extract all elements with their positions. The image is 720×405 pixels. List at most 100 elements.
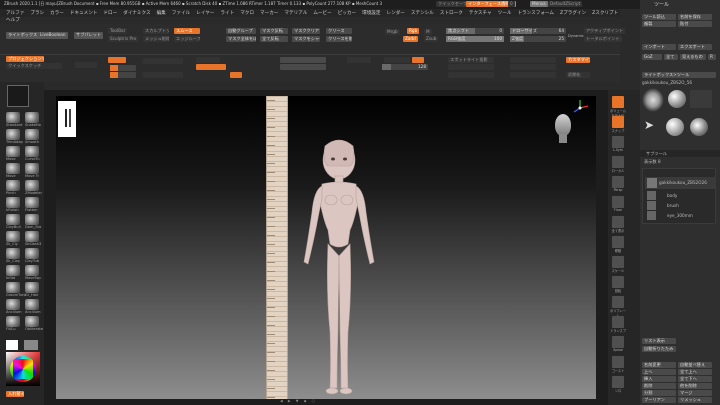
menu-item[interactable]: Zプラグイン — [560, 10, 586, 16]
crease-button[interactable]: クリース — [326, 28, 352, 34]
mask-blur-button[interactable]: マスク全体をぼかし — [226, 36, 256, 42]
shelf-icon[interactable] — [612, 356, 624, 368]
menu-item[interactable]: カラー — [50, 10, 64, 16]
shelf-icon[interactable] — [612, 176, 624, 188]
invert-all-button[interactable]: 全て反転 — [260, 36, 288, 42]
all-button[interactable]: 全て — [664, 54, 678, 60]
spotlight-button[interactable]: スポットライト投影 — [448, 57, 494, 63]
brush-tile[interactable] — [25, 180, 39, 191]
group-visible-button[interactable] — [196, 64, 226, 70]
split-button[interactable]: 分割 — [642, 390, 676, 396]
shelf-icon[interactable] — [612, 296, 624, 308]
brush-tile[interactable] — [6, 214, 20, 225]
menu-item[interactable]: ピッカー — [338, 10, 356, 16]
brush-tile[interactable] — [25, 146, 39, 157]
group-polish-button[interactable] — [384, 57, 410, 63]
menu-item[interactable]: マクロ — [240, 10, 254, 16]
brush-tile[interactable] — [25, 129, 39, 140]
load-tool-button[interactable]: ツール読込 — [642, 14, 676, 20]
help-menu[interactable]: ヘルプ — [6, 17, 20, 23]
import-button[interactable]: インポート — [642, 44, 676, 50]
hue-ring-icon[interactable] — [10, 356, 36, 382]
brush-tile[interactable] — [25, 163, 39, 174]
shelf-icon[interactable] — [612, 236, 624, 248]
shelf-row2-btn-a[interactable] — [280, 57, 326, 63]
menu-item[interactable]: マテリアル — [284, 10, 307, 16]
mask-invert-button[interactable]: マスク反転 — [260, 28, 288, 34]
list-all-button[interactable]: リスト表示 — [642, 338, 676, 344]
quick-sketch-button[interactable]: クイックスケッチ — [6, 63, 62, 69]
shelf-row2-btn-e[interactable] — [510, 57, 556, 63]
shelf-icon[interactable] — [612, 136, 624, 148]
focal-shift-slider[interactable]: 焦点シフト 0 — [446, 28, 504, 34]
dynamic-label[interactable]: Dynamic — [568, 34, 584, 38]
brush-tile[interactable] — [25, 316, 39, 327]
shelf-row2-btn-b[interactable] — [280, 64, 326, 70]
shelf-icon[interactable] — [612, 336, 624, 348]
brush-tile[interactable] — [6, 180, 20, 191]
zadd-button[interactable]: Zadd — [403, 36, 418, 42]
subtool-item[interactable]: body — [645, 191, 715, 201]
menu-item[interactable]: ドキュメント — [70, 10, 98, 16]
reference-image[interactable] — [58, 101, 76, 137]
tool-thumb-body[interactable] — [642, 88, 664, 112]
subtool-item[interactable]: brush — [645, 201, 715, 211]
brush-slider[interactable] — [110, 72, 136, 78]
shelf-icon[interactable] — [612, 216, 624, 228]
lightbox-tools-button[interactable]: ライトボックス>ツール — [642, 72, 716, 78]
delete-button[interactable]: 削除 — [642, 383, 676, 389]
shelf-row2-btn-c[interactable] — [448, 64, 494, 70]
brush-tile[interactable] — [6, 112, 20, 123]
navigation-head-thumbnail[interactable] — [552, 112, 574, 144]
all-up-button[interactable]: 全て上へ — [678, 369, 712, 375]
reset-button[interactable] — [230, 72, 242, 78]
brush-tile[interactable] — [6, 316, 20, 327]
shelf-icon[interactable] — [612, 196, 624, 208]
toolbar-button[interactable]: ToolBar — [108, 28, 128, 34]
rgb-intensity-slider[interactable]: RGB強度 100 — [446, 36, 504, 42]
brush-tile[interactable] — [25, 265, 39, 276]
mask-clear-button[interactable]: マスククリア — [292, 28, 320, 34]
tool-thumb-arrow-icon[interactable]: ➤ — [644, 118, 654, 132]
default-ui-button[interactable]: 初期化 — [566, 72, 590, 78]
menu-item[interactable]: ファイル — [172, 10, 190, 16]
menu-item[interactable]: ブラシ — [30, 10, 44, 16]
menu-item[interactable]: 環境設定 — [362, 10, 380, 16]
shelf-icon[interactable] — [612, 376, 624, 388]
current-brush-thumbnail[interactable] — [7, 85, 29, 107]
brush-tile[interactable] — [6, 129, 20, 140]
quicksave-button[interactable]: クイックセーブ — [436, 1, 470, 7]
resolution-slider[interactable] — [110, 65, 136, 71]
brush-tile[interactable] — [6, 163, 20, 174]
shelf-btn-r1-0[interactable]: スカルプトリス — [143, 28, 169, 34]
z-intensity-slider[interactable]: Z強度 25 — [510, 36, 566, 42]
menus-button[interactable]: Menus — [530, 1, 548, 7]
smooth-button[interactable]: スムース — [174, 28, 200, 34]
menu-item[interactable]: アルファ — [6, 10, 24, 16]
mask-sharpen-button[interactable]: マスクをシャープに — [292, 36, 320, 42]
brush-tile[interactable] — [6, 248, 20, 259]
shelf-row2-btn-f[interactable] — [510, 64, 556, 70]
paste-tool-button[interactable]: 貼付 — [678, 21, 712, 27]
live-boolean-button[interactable]: LiveBoolean — [38, 32, 68, 39]
shelf-btn-r1-1[interactable]: メッシュ削除 — [143, 36, 169, 42]
m-button[interactable]: M — [424, 29, 432, 35]
mrgb-button[interactable]: Mrgb — [385, 29, 400, 35]
polypaint-button[interactable] — [143, 58, 183, 64]
brush-tile[interactable] — [25, 214, 39, 225]
lightbox-button[interactable]: ライトボックス — [6, 32, 40, 39]
dynamesh-button[interactable] — [347, 57, 371, 63]
brush-tile[interactable] — [25, 248, 39, 259]
menu-item[interactable]: テクスチャ — [469, 10, 492, 16]
brush-tile[interactable] — [25, 197, 39, 208]
menu-item[interactable]: ダイナミクス — [123, 10, 150, 16]
shelf-icon[interactable] — [612, 276, 624, 288]
polypaint-sub-button[interactable] — [143, 72, 183, 78]
tool-thumb-skin[interactable] — [666, 118, 684, 136]
canvas[interactable] — [56, 96, 596, 399]
menu-item[interactable]: ムービー — [313, 10, 331, 16]
brush-tile[interactable] — [6, 146, 20, 157]
shelf-row2-btn-g[interactable] — [510, 72, 556, 78]
brush-tile[interactable] — [6, 282, 20, 293]
all-down-button[interactable]: 全て下へ — [678, 376, 712, 382]
